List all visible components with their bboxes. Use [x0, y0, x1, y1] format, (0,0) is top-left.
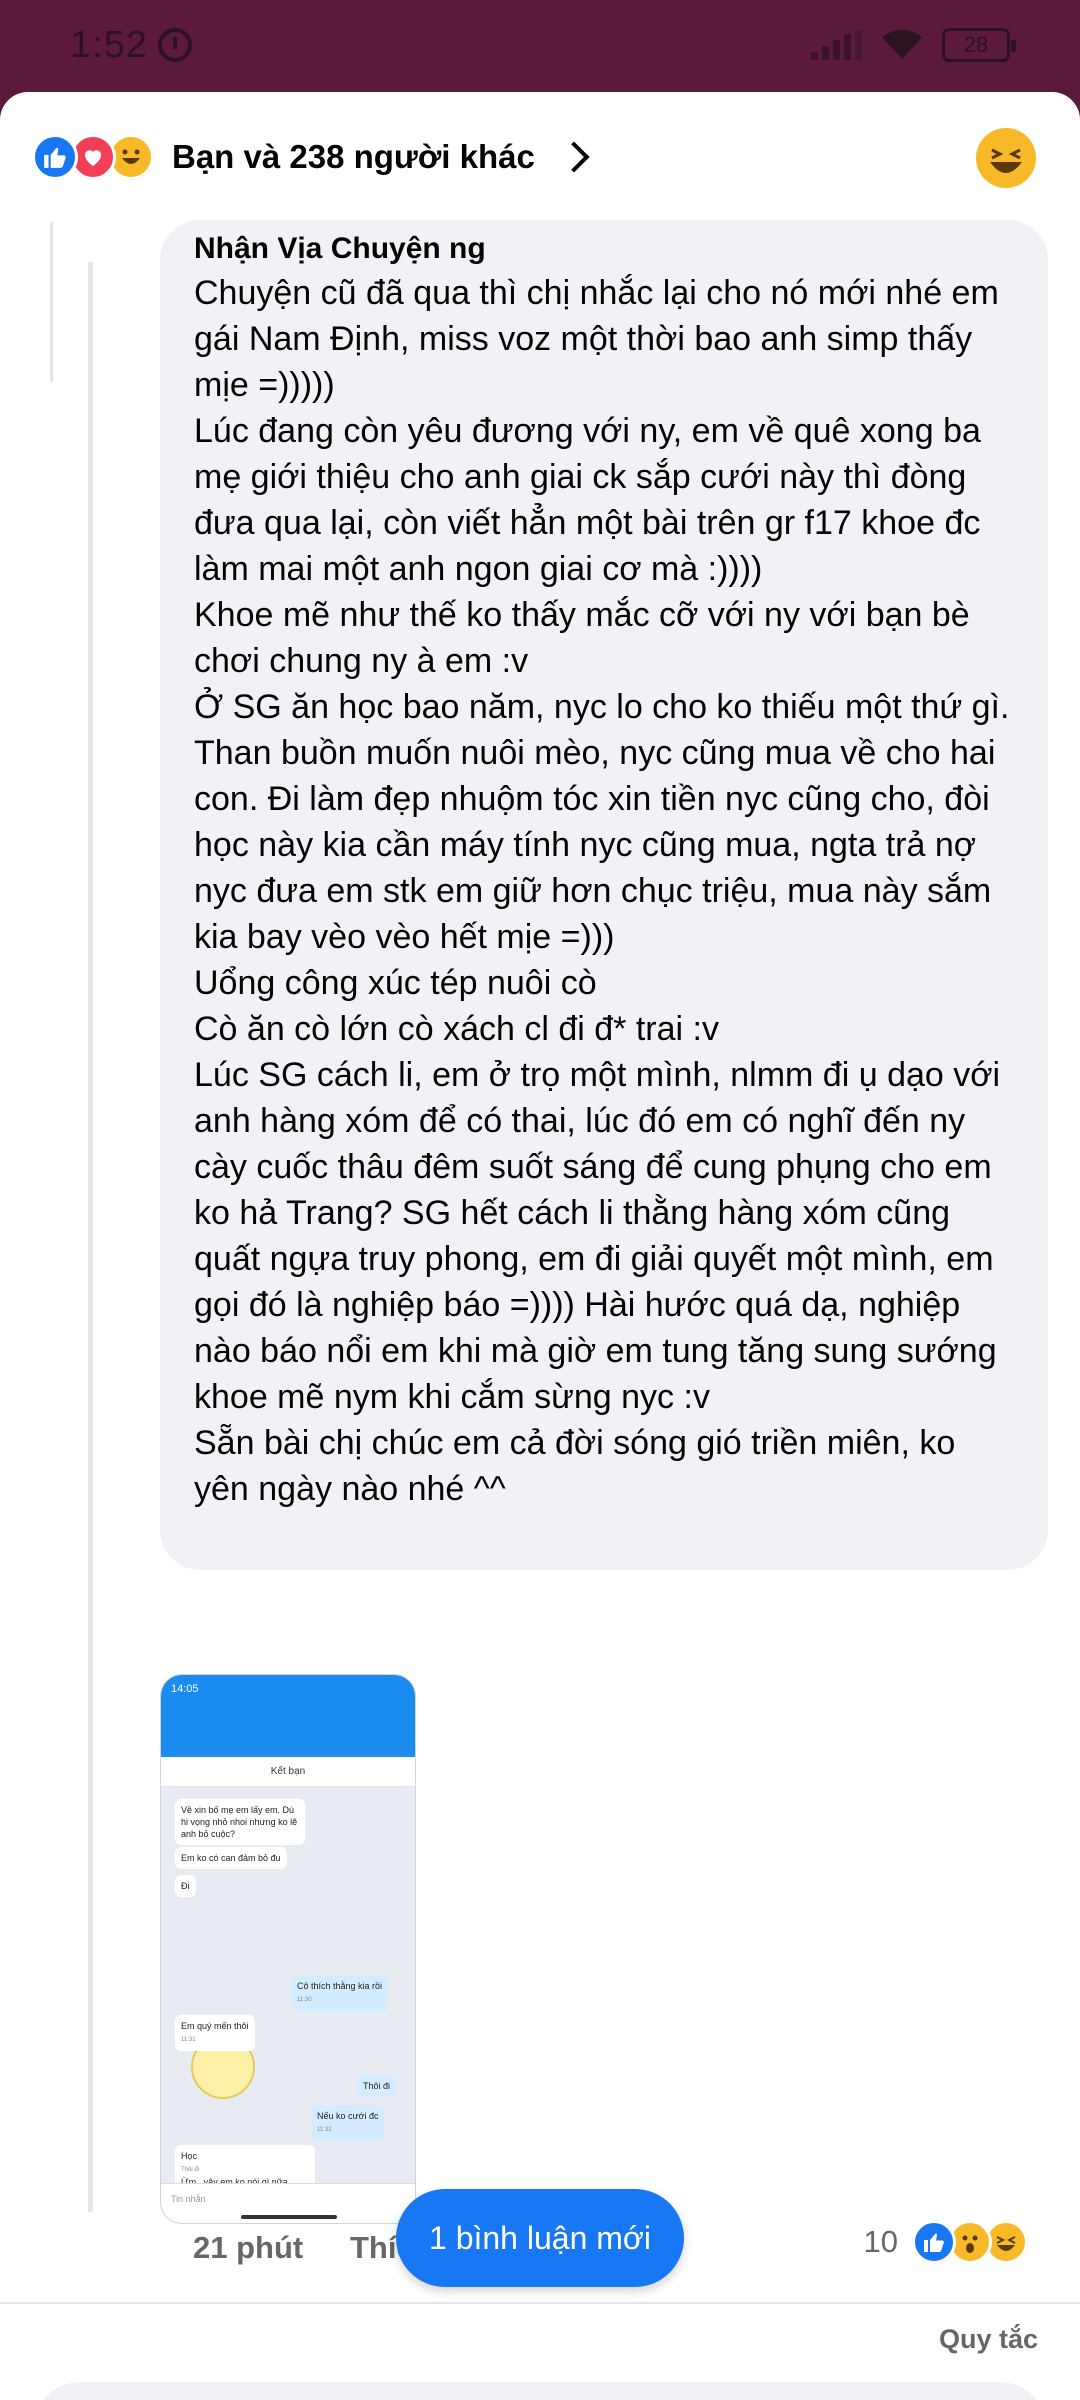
battery-level: 28: [963, 32, 989, 57]
reactions-header[interactable]: Bạn và 238 người khác: [0, 92, 1080, 222]
chevron-right-icon: [558, 141, 590, 173]
attachment-message: Về xin bố mẹ em lấy em. Dù hi vọng nhỏ n…: [175, 1799, 305, 1845]
comment-bubble[interactable]: Nhận Vịa Chuyện ng Chuyện cũ đã qua thì …: [160, 220, 1048, 1570]
new-comments-button[interactable]: 1 bình luận mới: [396, 2189, 684, 2287]
comment-time: 21 phút: [193, 2230, 304, 2265]
status-icons: 28: [811, 28, 1016, 62]
comment-reaction-count: 10: [863, 2224, 898, 2259]
attachment-message: Nếu ko cưới đc 11:32: [311, 2105, 385, 2141]
attachment-message: Cô thích thằng kia rồi 11:30: [291, 1975, 389, 2011]
status-time: 1:52: [70, 23, 148, 66]
battery-icon: 28: [942, 28, 1016, 62]
thread-line: [88, 262, 93, 2212]
divider: [0, 2302, 1080, 2304]
like-icon: [32, 134, 78, 180]
reactions-comments-sheet: Bạn và 238 người khác Nhận Vịa Chuyện ng…: [0, 92, 1080, 2400]
comment-author[interactable]: Nhận Vịa Chuyện ng: [194, 228, 1014, 270]
thread-line-parent: [50, 222, 53, 382]
attachment-message: Thôi đi: [357, 2075, 397, 2097]
haha-reaction-icon[interactable]: [976, 128, 1036, 188]
attachment-add-friend: Kết bạn: [161, 1757, 415, 1787]
attachment-message: Em ko có can đảm bỏ đu: [175, 1847, 287, 1869]
attachment-message: Em quý mến thôi 11:31: [175, 2015, 255, 2051]
status-bar: 1:52 28: [0, 0, 1080, 90]
signal-icon: [811, 30, 862, 60]
comment-input[interactable]: [34, 2382, 1046, 2400]
attachment-home-bar: [241, 2215, 337, 2219]
wifi-icon: [882, 30, 922, 59]
attachment-status-time: 14:05: [171, 1683, 199, 1695]
attachment-chat-header: 14:05: [161, 1675, 415, 1757]
attachment-message: Đi: [175, 1875, 196, 1897]
comment-reactions[interactable]: 10: [864, 2220, 1028, 2264]
reactions-summary: Bạn và 238 người khác: [172, 138, 535, 175]
like-icon: [912, 2220, 956, 2264]
comment-attachment-image[interactable]: 14:05 Kết bạn Về xin bố mẹ em lấy em. Dù…: [160, 1674, 416, 2224]
rules-link[interactable]: Quy tắc: [939, 2324, 1038, 2355]
comment-text: Chuyện cũ đã qua thì chị nhắc lại cho nó…: [194, 274, 1010, 1508]
alarm-icon: [157, 28, 192, 62]
